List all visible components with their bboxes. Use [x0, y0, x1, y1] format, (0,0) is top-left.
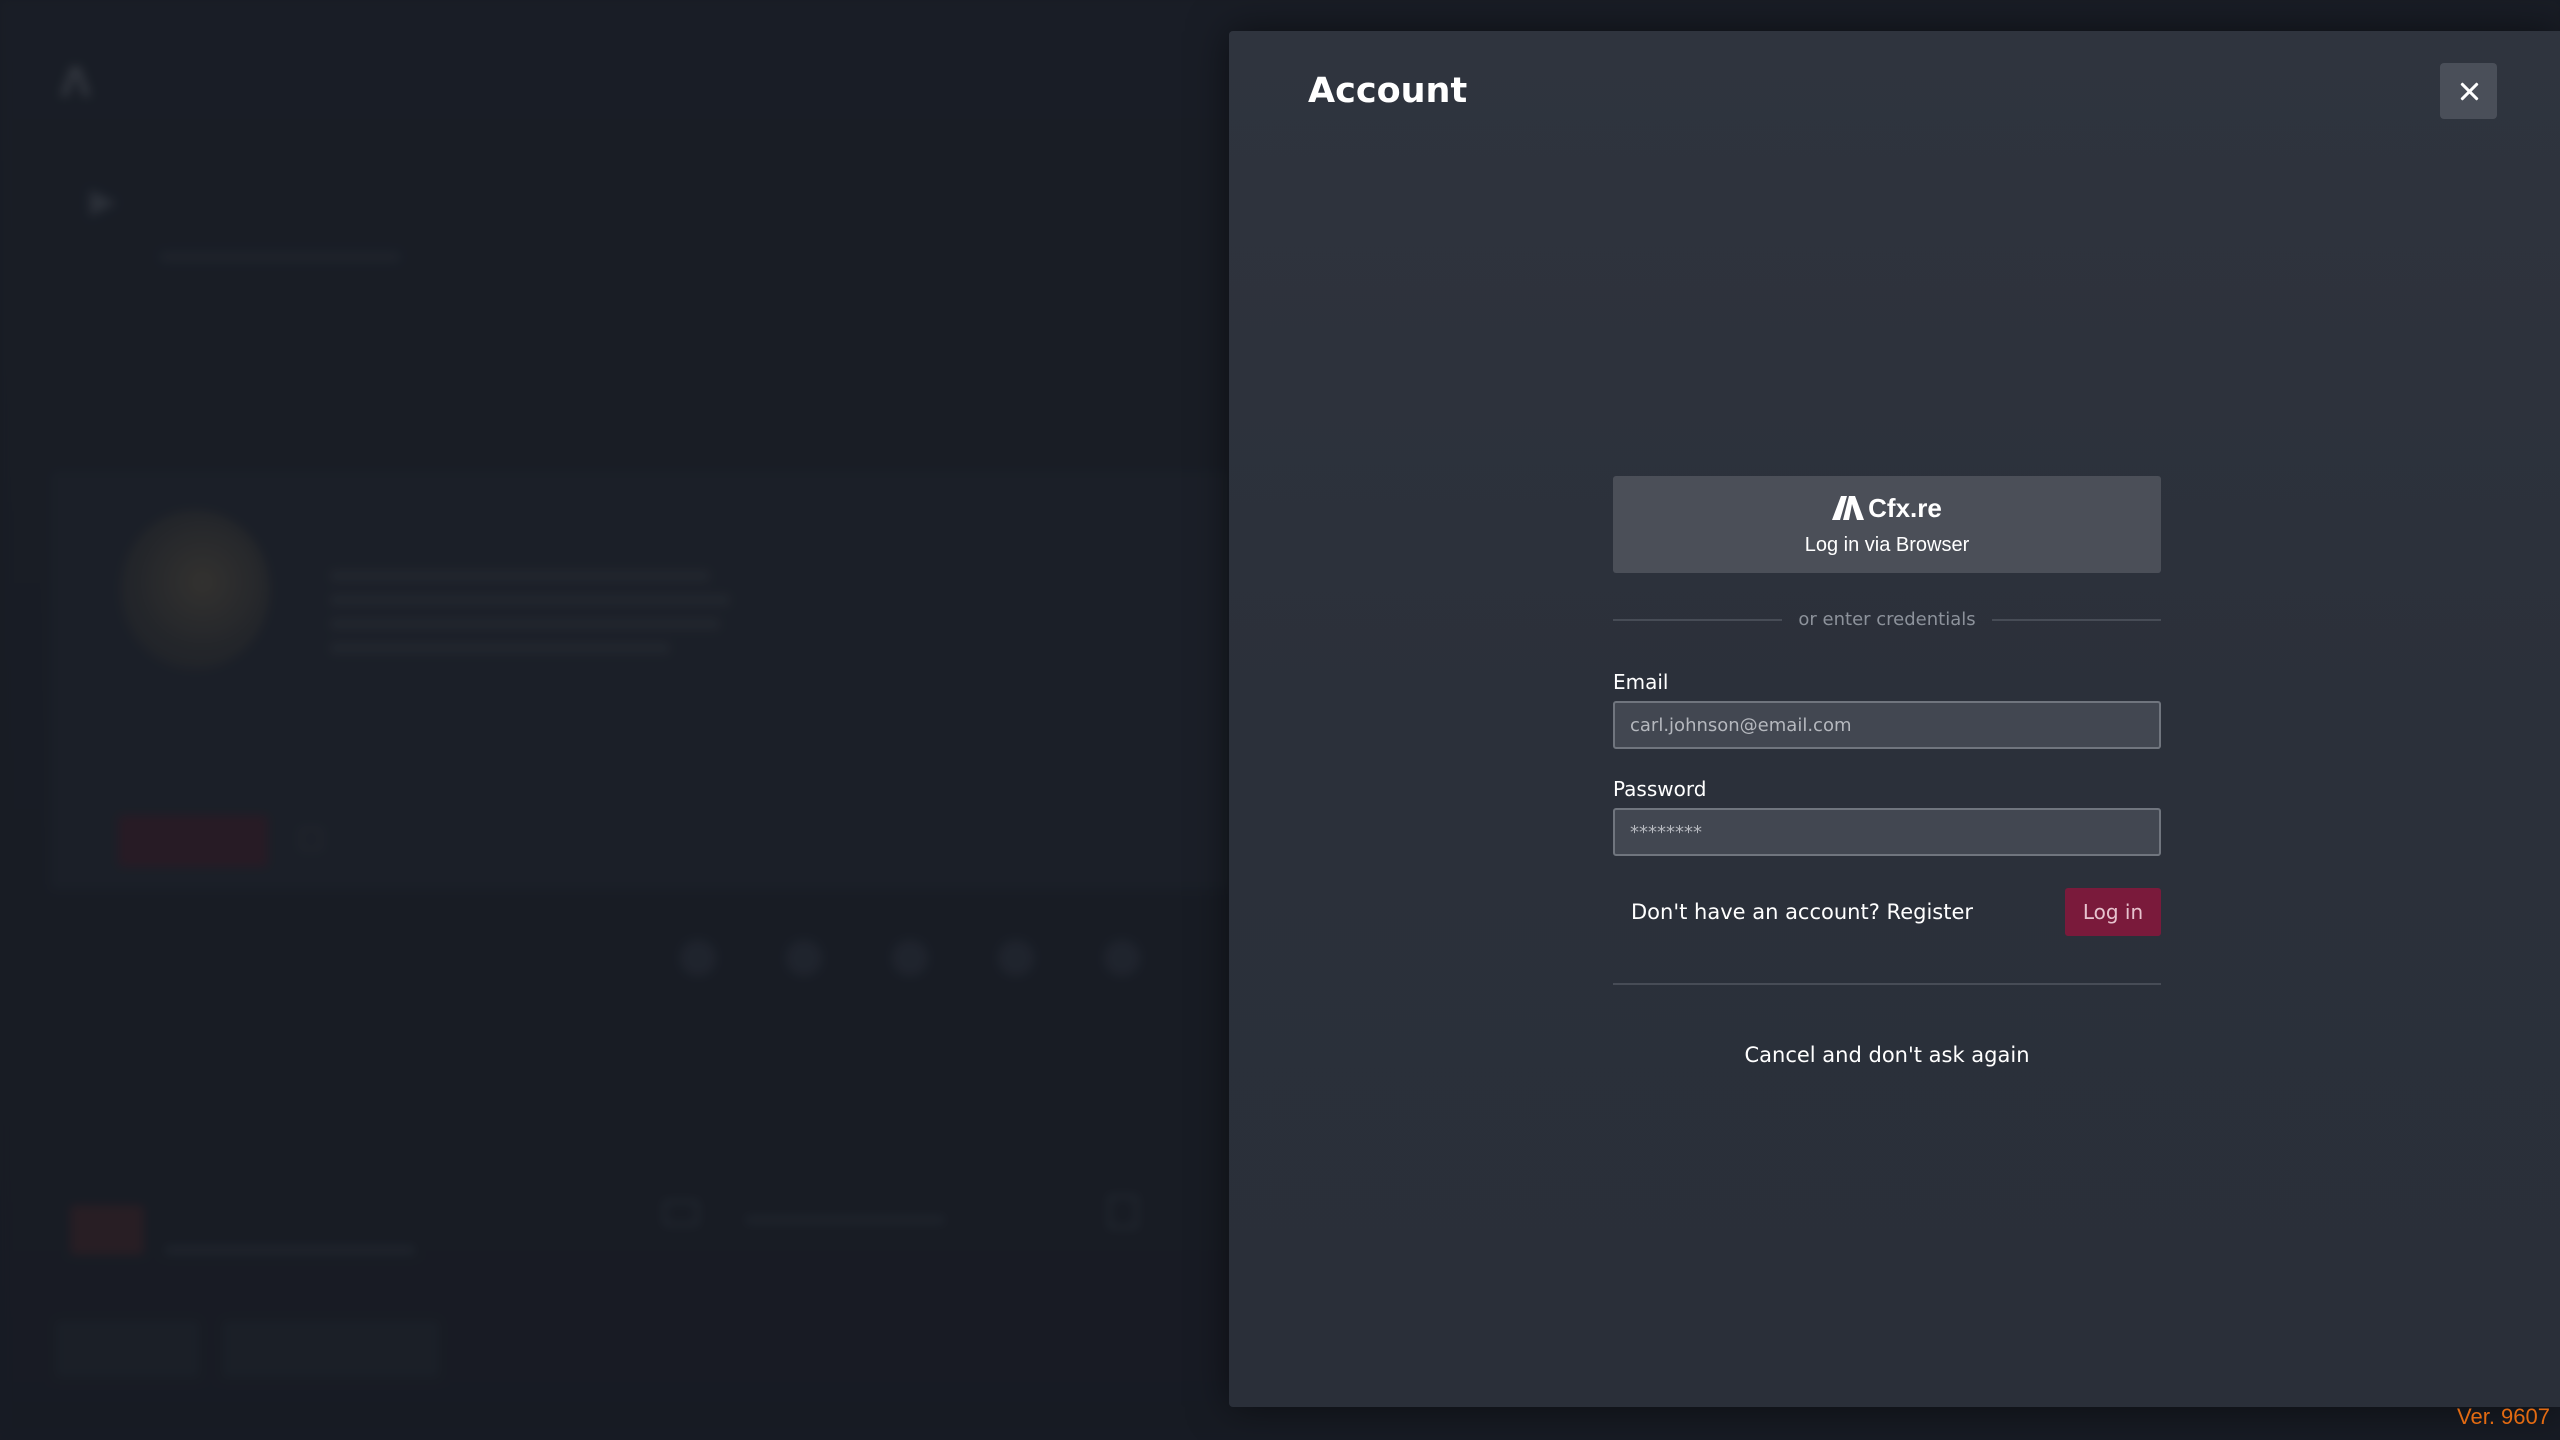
- login-button[interactable]: Log in: [2065, 888, 2161, 936]
- cfx-brand-text: Cfx.re: [1868, 492, 1942, 523]
- close-button[interactable]: [2440, 63, 2497, 119]
- register-link[interactable]: Don't have an account? Register: [1631, 900, 1973, 924]
- email-field[interactable]: [1613, 701, 2161, 749]
- divider-line: [1991, 618, 2162, 621]
- version-label: Ver. 9607: [2457, 1404, 2550, 1429]
- password-field[interactable]: [1613, 808, 2161, 856]
- login-form: Cfx.re Log in via Browser or enter crede…: [1613, 476, 2162, 1067]
- cfx-brand: Cfx.re: [1832, 493, 1942, 524]
- divider-line: [1613, 983, 2161, 985]
- account-modal: Account Cfx.re Log in via Browser or ent…: [1229, 31, 2560, 1407]
- form-actions: Don't have an account? Register Log in: [1613, 888, 2161, 936]
- credentials-divider: or enter credentials: [1613, 609, 2162, 630]
- divider-line: [1613, 618, 1783, 621]
- password-label: Password: [1613, 777, 1707, 801]
- modal-title: Account: [1308, 71, 1468, 111]
- divider-text: or enter credentials: [1798, 609, 1976, 630]
- close-icon: [2459, 81, 2479, 101]
- browser-login-label: Log in via Browser: [1804, 533, 1970, 556]
- cancel-dont-ask-link[interactable]: Cancel and don't ask again: [1613, 1043, 2161, 1067]
- browser-login-button[interactable]: Cfx.re Log in via Browser: [1613, 476, 2161, 573]
- email-label: Email: [1613, 670, 1669, 694]
- cfx-logo-icon: [1832, 496, 1865, 520]
